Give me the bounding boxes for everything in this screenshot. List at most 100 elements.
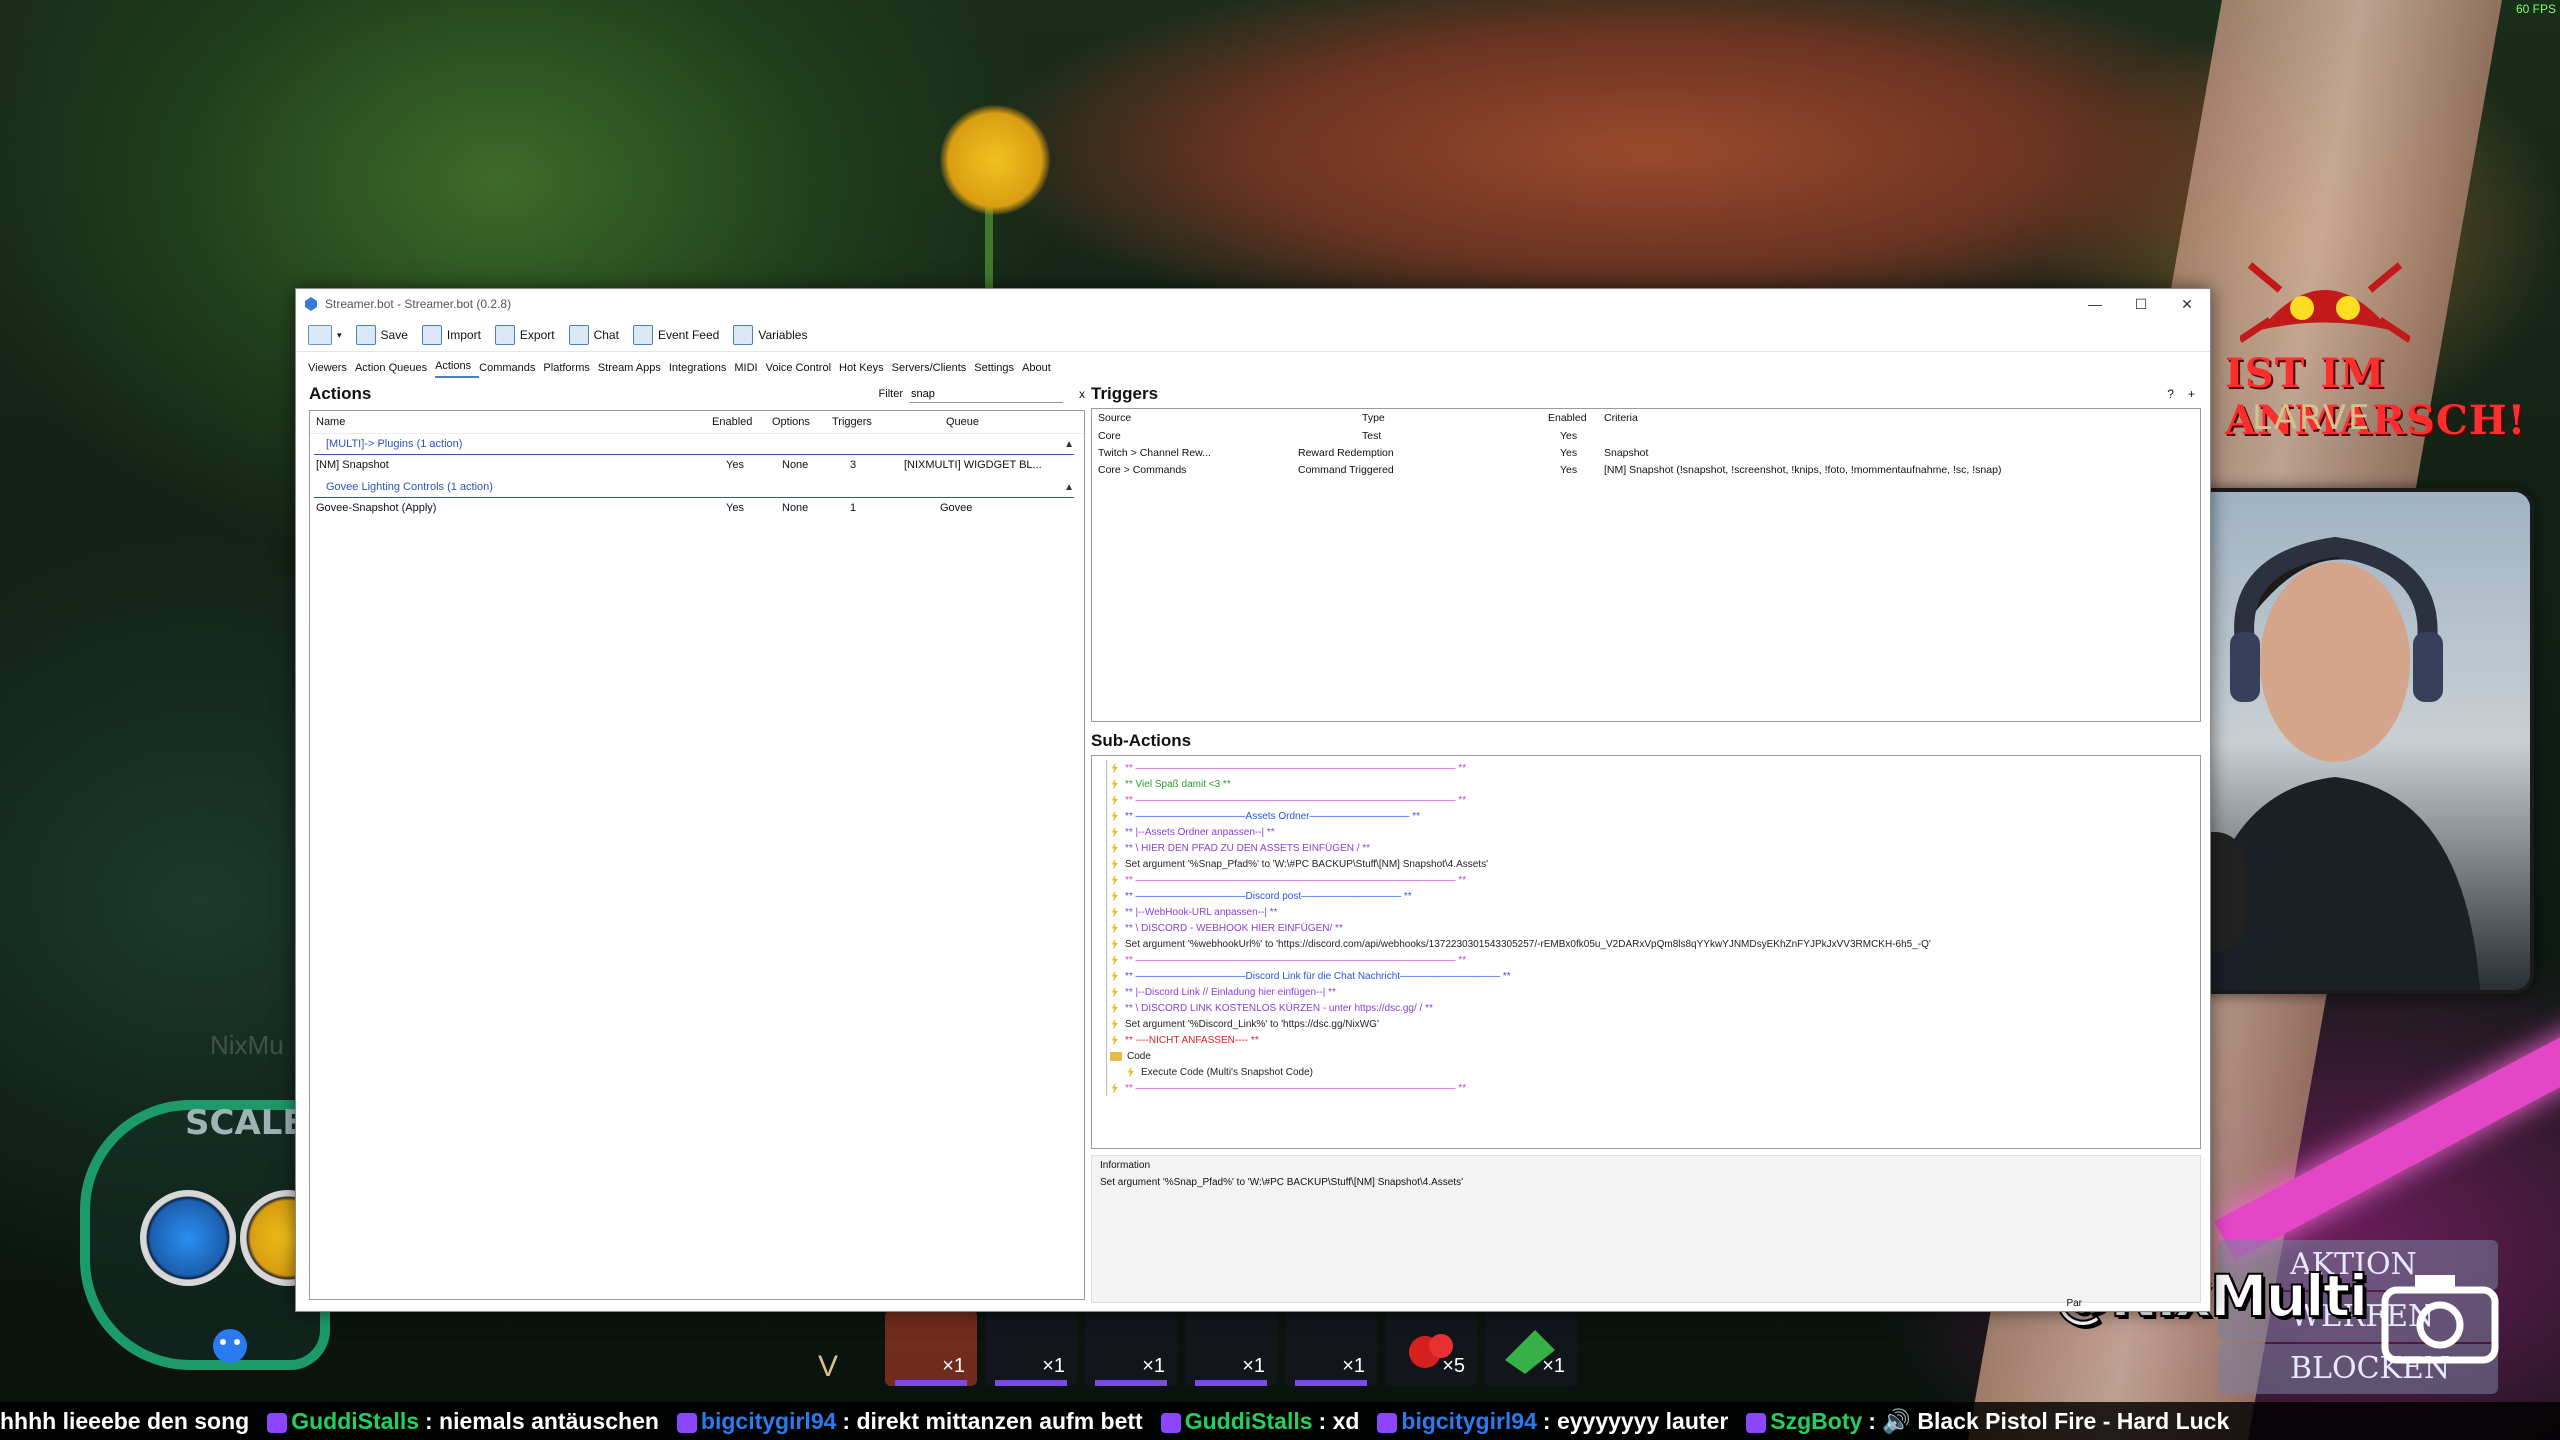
export-icon [494,325,515,345]
subaction-row[interactable]: ** \ DISCORD LINK KOSTENLOS KÜRZEN - unt… [1092,1000,2200,1016]
tab-stream-apps[interactable]: Stream Apps [598,362,669,378]
group-multi-plugins[interactable]: [MULTI]-> Plugins (1 action) ▲ [314,434,1074,455]
subaction-text: ** ———————————Discord post—————————— ** [1125,890,1412,902]
subaction-row[interactable]: Set argument '%Discord_Link%' to 'https:… [1092,1016,2200,1032]
subaction-row[interactable]: Set argument '%webhookUrl%' to 'https://… [1092,936,2200,952]
hotbar-slot-2[interactable]: ×1 [985,1310,1077,1386]
add-trigger-button[interactable]: + [2188,387,2195,401]
chat-badge-icon [1160,1412,1181,1433]
window-title: Streamer.bot - Streamer.bot (0.2.8) [325,297,512,311]
col-name[interactable]: Name [310,416,706,428]
subaction-text: Set argument '%Snap_Pfad%' to 'W:\#PC BA… [1125,858,1488,870]
subaction-row[interactable]: ** ———————————————————————————————— ** [1092,872,2200,888]
col-queue[interactable]: Queue [886,416,1036,428]
subaction-text: ** ———————————————————————————————— ** [1125,794,1467,806]
chat-username: bigcitygirl94 [1401,1408,1537,1434]
subaction-row[interactable]: ** ----NICHT ANFASSEN---- ** [1092,1032,2200,1048]
maximize-button[interactable]: ☐ [2118,289,2164,319]
group-label: Govee Lighting Controls (1 action) [326,481,493,493]
subaction-row[interactable]: ** |--Assets Ordner anpassen--| ** [1092,824,2200,840]
menu-toggle-button[interactable]: ▾ [308,325,342,345]
chat-badge-icon [267,1412,288,1433]
subaction-row[interactable]: ** \ DISCORD - WEBHOOK HIER EINFÜGEN/ ** [1092,920,2200,936]
col-type[interactable]: Type [1288,412,1542,424]
subaction-row[interactable]: ** ———————————Discord Link für die Chat … [1092,968,2200,984]
help-button[interactable]: ? [2167,387,2174,401]
information-label: Information [1100,1160,1151,1171]
subaction-text: Execute Code (Multi's Snapshot Code) [1141,1066,1313,1078]
col-criteria[interactable]: Criteria [1598,412,2198,424]
subactions-tree: ** ———————————————————————————————— ** **… [1091,755,2201,1149]
action-row[interactable]: [NM] Snapshot Yes None 3 [NIXMULTI] WIGD… [310,455,1084,475]
hotbar-slot-7[interactable]: ×1 [1485,1310,1577,1386]
tab-integrations[interactable]: Integrations [669,362,734,378]
hotbar-slot-4[interactable]: ×1 [1185,1310,1277,1386]
chat-button[interactable]: Chat [568,325,619,345]
collapse-icon[interactable]: ▲ [1064,482,1074,493]
subaction-row[interactable]: ** ———————————————————————————————— ** [1092,952,2200,968]
tab-voice-control[interactable]: Voice Control [766,362,839,378]
subaction-row[interactable]: ** \ HIER DEN PFAD ZU DEN ASSETS EINFÜGE… [1092,840,2200,856]
trigger-row[interactable]: Core > Commands Command Triggered Yes [N… [1092,461,2200,478]
chat-ticker: hhhh lieeebe den song GuddiStalls: niemal… [0,1402,2560,1440]
information-panel: Information Set argument '%Snap_Pfad%' t… [1091,1155,2201,1303]
close-button[interactable]: ✕ [2164,289,2210,319]
trigger-row[interactable]: Core Test Yes [1092,427,2200,444]
filter-input[interactable] [909,385,1063,403]
subaction-row[interactable]: ** |--WebHook-URL anpassen--| ** [1092,904,2200,920]
action-row[interactable]: Govee-Snapshot (Apply) Yes None 1 Govee [310,498,1084,518]
tab-settings[interactable]: Settings [974,362,1022,378]
lightning-icon [1111,842,1118,854]
chat-message: : direkt mittanzen aufm bett [842,1408,1143,1434]
subaction-row[interactable]: ** ———————————————————————————————— ** [1092,792,2200,808]
subaction-text: ** ———————————————————————————————— ** [1125,1082,1467,1094]
lightning-icon [1111,1082,1118,1094]
tab-hot-keys[interactable]: Hot Keys [839,362,892,378]
subaction-row[interactable]: Execute Code (Multi's Snapshot Code) [1092,1064,2200,1080]
event-feed-button[interactable]: Event Feed [632,325,719,345]
tab-servers-clients[interactable]: Servers/Clients [892,362,975,378]
action-enabled: Yes [726,502,744,514]
subaction-row[interactable]: ** Viel Spaß damit <3 ** [1092,776,2200,792]
window-titlebar[interactable]: Streamer.bot - Streamer.bot (0.2.8) — ☐ … [296,289,2210,319]
hotbar-slot-6[interactable]: ×5 [1385,1310,1477,1386]
collapse-icon[interactable]: ▲ [1064,439,1074,450]
subaction-row[interactable]: ** |--Discord Link // Einladung hier ein… [1092,984,2200,1000]
fps-counter: 60 FPS [2515,2,2556,16]
tab-action-queues[interactable]: Action Queues [355,362,435,378]
subaction-text: ** Viel Spaß damit <3 ** [1125,778,1231,790]
actions-pane: Actions Filter x Name Enabled Options Tr… [309,382,1085,1300]
import-button[interactable]: Import [421,325,481,345]
minimize-button[interactable]: — [2072,289,2118,319]
hotbar-slot-5[interactable]: ×1 [1285,1310,1377,1386]
tab-actions[interactable]: Actions [435,360,480,378]
filter-clear-button[interactable]: x [1079,387,1085,401]
variables-button[interactable]: Variables [733,325,807,345]
hotbar-slot-3[interactable]: ×1 [1085,1310,1177,1386]
col-enabled[interactable]: Enabled [706,416,766,428]
lightning-icon [1111,970,1118,982]
chat-message: : eyyyyyyy lauter [1542,1408,1729,1434]
col-options[interactable]: Options [766,416,826,428]
tab-midi[interactable]: MIDI [734,362,765,378]
save-button[interactable]: Save [355,325,408,345]
subaction-row[interactable]: Set argument '%Snap_Pfad%' to 'W:\#PC BA… [1092,856,2200,872]
subaction-row[interactable]: ** ———————————————————————————————— ** [1092,760,2200,776]
export-button[interactable]: Export [494,325,555,345]
tab-platforms[interactable]: Platforms [543,362,597,378]
streamerbot-window: Streamer.bot - Streamer.bot (0.2.8) — ☐ … [295,288,2211,1312]
subaction-row[interactable]: ** ———————————————————————————————— ** [1092,1080,2200,1096]
tab-viewers[interactable]: Viewers [308,362,355,378]
group-govee[interactable]: Govee Lighting Controls (1 action) ▲ [314,477,1074,498]
hotbar-slot-1[interactable]: ×1 [885,1310,977,1386]
col-source[interactable]: Source [1092,412,1288,424]
col-triggers[interactable]: Triggers [826,416,886,428]
subaction-text: ** \ DISCORD - WEBHOOK HIER EINFÜGEN/ ** [1125,922,1343,934]
subaction-row[interactable]: ** ———————————Discord post—————————— ** [1092,888,2200,904]
subaction-row[interactable]: Code [1092,1048,2200,1064]
subaction-row[interactable]: ** ———————————Assets Ordner—————————— ** [1092,808,2200,824]
trigger-row[interactable]: Twitch > Channel Rew... Reward Redemptio… [1092,444,2200,461]
tab-about[interactable]: About [1022,362,1059,378]
col-enabled[interactable]: Enabled [1542,412,1598,424]
tab-commands[interactable]: Commands [479,362,543,378]
